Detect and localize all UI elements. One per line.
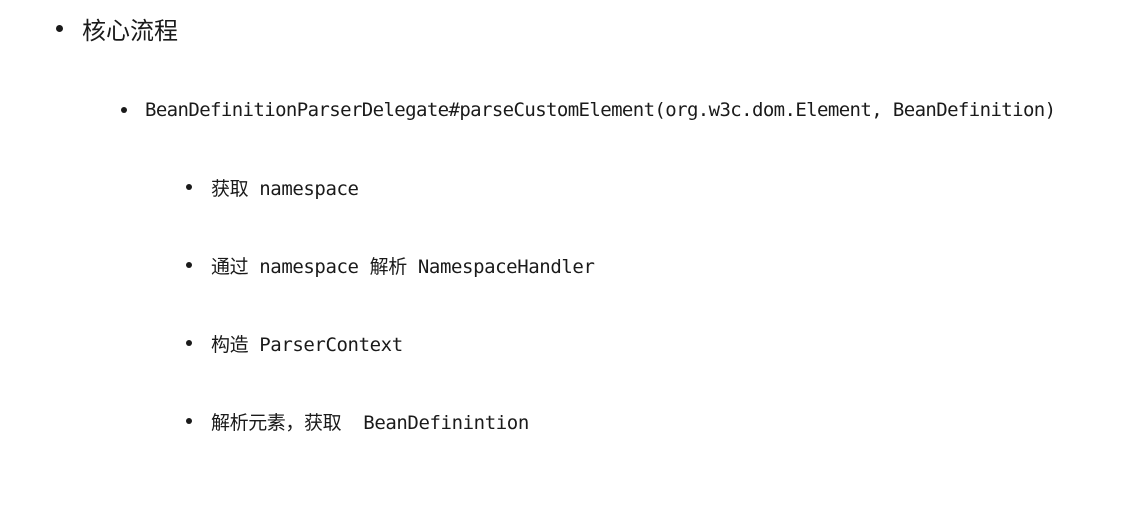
list-item-method: BeanDefinitionParserDelegate#parseCustom…: [121, 96, 1056, 124]
bullet-icon: [186, 418, 192, 424]
list-item-step: 获取 namespace: [186, 173, 359, 201]
list-item-step: 通过 namespace 解析 NamespaceHandler: [186, 251, 595, 279]
list-item-step: 构造 ParserContext: [186, 329, 403, 357]
step-text: 通过 namespace 解析 NamespaceHandler: [211, 255, 595, 278]
step-text: 解析元素，获取 BeanDefinintion: [211, 411, 529, 434]
core-flow-heading: 核心流程: [82, 16, 178, 45]
method-signature: BeanDefinitionParserDelegate#parseCustom…: [145, 99, 1056, 121]
bullet-icon: [186, 262, 192, 268]
bullet-icon: [121, 107, 127, 113]
step-text: 构造 ParserContext: [211, 333, 403, 356]
step-text: 获取 namespace: [211, 177, 359, 200]
bullet-icon: [56, 24, 63, 32]
bullet-icon: [186, 340, 192, 346]
list-item-core-flow: 核心流程: [56, 12, 178, 45]
bullet-icon: [186, 184, 192, 190]
list-item-step: 解析元素，获取 BeanDefinintion: [186, 407, 529, 435]
